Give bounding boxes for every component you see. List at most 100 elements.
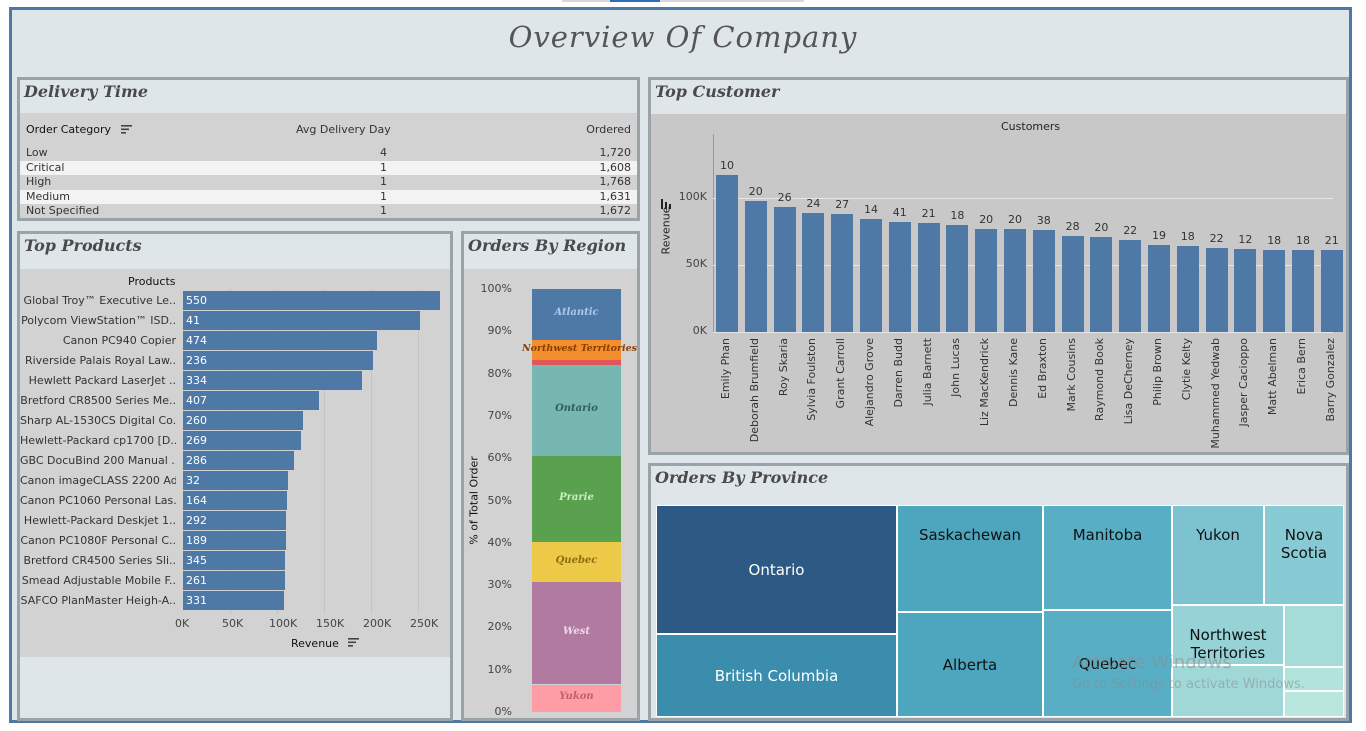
customer-bar[interactable] [1234,248,1257,332]
product-name[interactable]: Bretford CR8500 Series Me.. [20,394,176,407]
region-segment[interactable]: Yukon [532,684,621,712]
product-bar[interactable]: 286 [183,451,294,470]
customer-bar[interactable] [860,219,882,332]
customer-name[interactable]: Julia Barnett [921,338,934,406]
province-tile[interactable]: Saskachewan [897,505,1043,612]
product-bar[interactable]: 32 [183,471,289,490]
product-name[interactable]: SAFCO PlanMaster Heigh-A.. [20,594,176,607]
customer-name[interactable]: Philip Brown [1151,338,1164,406]
region-segment[interactable]: Prarie [532,456,621,542]
customer-name[interactable]: Darren Budd [892,338,905,408]
customer-name[interactable]: Mark Cousins [1065,338,1078,412]
sort-icon[interactable] [348,637,360,650]
customer-name[interactable]: Lisa DeCherney [1122,338,1135,424]
product-bar[interactable]: 345 [183,551,286,570]
customer-bar[interactable] [917,223,940,332]
delivery-row[interactable]: High 1 1,768 [20,175,637,189]
product-name[interactable]: Bretford CR4500 Series Sli.. [20,554,176,567]
delivery-row[interactable]: Not Specified 1 1,672 [20,204,637,218]
product-name[interactable]: Riverside Palais Royal Law.. [20,354,176,367]
product-name[interactable]: Polycom ViewStation™ ISD.. [20,314,176,327]
region-segment[interactable]: Atlantic [532,289,621,340]
product-name[interactable]: Smead Adjustable Mobile F.. [20,574,176,587]
product-bar[interactable]: 292 [183,511,287,530]
product-bar[interactable]: 261 [183,571,285,590]
customer-name[interactable]: Muhammed Yedwab [1209,338,1222,449]
col-ordered[interactable]: Ordered [586,123,631,136]
products-xlabel[interactable]: Revenue [291,637,360,650]
customer-name[interactable]: Roy Skaria [777,338,790,396]
customer-name[interactable]: Emily Phan [719,338,732,399]
product-bar[interactable]: 331 [183,591,284,610]
customer-bar[interactable] [716,175,738,332]
customer-bar[interactable] [1061,235,1084,332]
customer-name[interactable]: Barry Gonzalez [1324,338,1337,421]
province-tile[interactable] [1284,605,1344,667]
product-name[interactable]: Hewlett Packard LaserJet .. [20,374,176,387]
province-tile[interactable]: Alberta [897,612,1043,717]
customer-name[interactable]: Dennis Kane [1007,338,1020,407]
customer-bar[interactable] [1119,239,1142,332]
region-segment[interactable]: Ontario [532,364,621,457]
customer-bar[interactable] [1148,244,1170,332]
customer-name[interactable]: Matt Abelman [1266,338,1279,415]
customer-bar[interactable] [888,222,911,332]
customer-bar[interactable] [946,224,969,332]
product-bar[interactable]: 474 [183,331,377,350]
product-bar[interactable]: 407 [183,391,320,410]
region-segment[interactable] [532,359,621,365]
customer-bar[interactable] [1292,250,1314,332]
product-bar[interactable]: 41 [183,311,420,330]
delivery-row[interactable]: Medium 1 1,631 [20,189,637,204]
province-tile[interactable]: Manitoba [1043,505,1172,610]
customer-name[interactable]: Ed Braxton [1036,338,1049,399]
customer-name[interactable]: Liz MacKendrick [978,338,991,426]
customer-bar[interactable] [831,214,854,332]
customer-name[interactable]: Erica Bern [1295,338,1308,394]
product-bar[interactable]: 260 [183,411,304,430]
customer-bar[interactable] [1090,236,1113,332]
customer-name[interactable]: Sylvia Foulston [805,338,818,421]
customer-bar[interactable] [773,207,796,332]
product-name[interactable]: Canon PC1060 Personal Las.. [20,494,176,507]
product-bar[interactable]: 269 [183,431,302,450]
province-tile[interactable]: Yukon [1172,505,1264,605]
province-tile[interactable]: Nova Scotia [1264,505,1344,605]
product-name[interactable]: Canon PC1080F Personal C.. [20,534,176,547]
product-name[interactable]: Hewlett-Packard Deskjet 1.. [20,514,176,527]
delivery-row[interactable]: Critical 1 1,608 [20,160,637,175]
customer-bar[interactable] [975,228,998,332]
product-bar[interactable]: 189 [183,531,287,550]
customer-name[interactable]: Jasper Cacioppo [1237,338,1250,426]
region-segment[interactable]: Northwest Territories [522,339,637,360]
customer-name[interactable]: Alejandro Grove [863,338,876,426]
product-name[interactable]: Sharp AL-1530CS Digital Co.. [20,414,176,427]
customer-name[interactable]: John Lucas [949,338,962,397]
customer-bar[interactable] [744,200,767,332]
customer-bar[interactable] [1176,246,1199,332]
col-order-category[interactable]: Order Category [26,123,132,137]
province-tile[interactable] [1284,691,1344,717]
customer-name[interactable]: Clytie Kelty [1180,338,1193,400]
product-name[interactable]: Global Troy™ Executive Le.. [20,294,176,307]
region-segment[interactable]: Quebec [532,541,621,583]
product-bar[interactable]: 236 [183,351,373,370]
province-tile[interactable]: British Columbia [656,634,897,717]
customer-bar[interactable] [802,212,825,332]
col-avg-delivery-day[interactable]: Avg Delivery Day [296,123,391,136]
product-name[interactable]: GBC DocuBind 200 Manual .. [20,454,176,467]
product-bar[interactable]: 550 [183,291,440,310]
product-name[interactable]: Canon imageCLASS 2200 Ad.. [20,474,176,487]
customer-bar[interactable] [1032,230,1055,332]
customer-name[interactable]: Deborah Brumfield [748,338,761,442]
customer-name[interactable]: Grant Carroll [834,338,847,408]
product-bar[interactable]: 334 [183,371,362,390]
region-segment[interactable]: West [532,582,621,685]
product-name[interactable]: Canon PC940 Copier [20,334,176,347]
customer-bar[interactable] [1263,250,1286,332]
sort-icon[interactable] [120,124,132,137]
province-tile[interactable]: Ontario [656,505,897,634]
delivery-row[interactable]: Low 4 1,720 [20,146,637,160]
product-name[interactable]: Hewlett-Packard cp1700 [D.. [20,434,176,447]
product-bar[interactable]: 164 [183,491,288,510]
